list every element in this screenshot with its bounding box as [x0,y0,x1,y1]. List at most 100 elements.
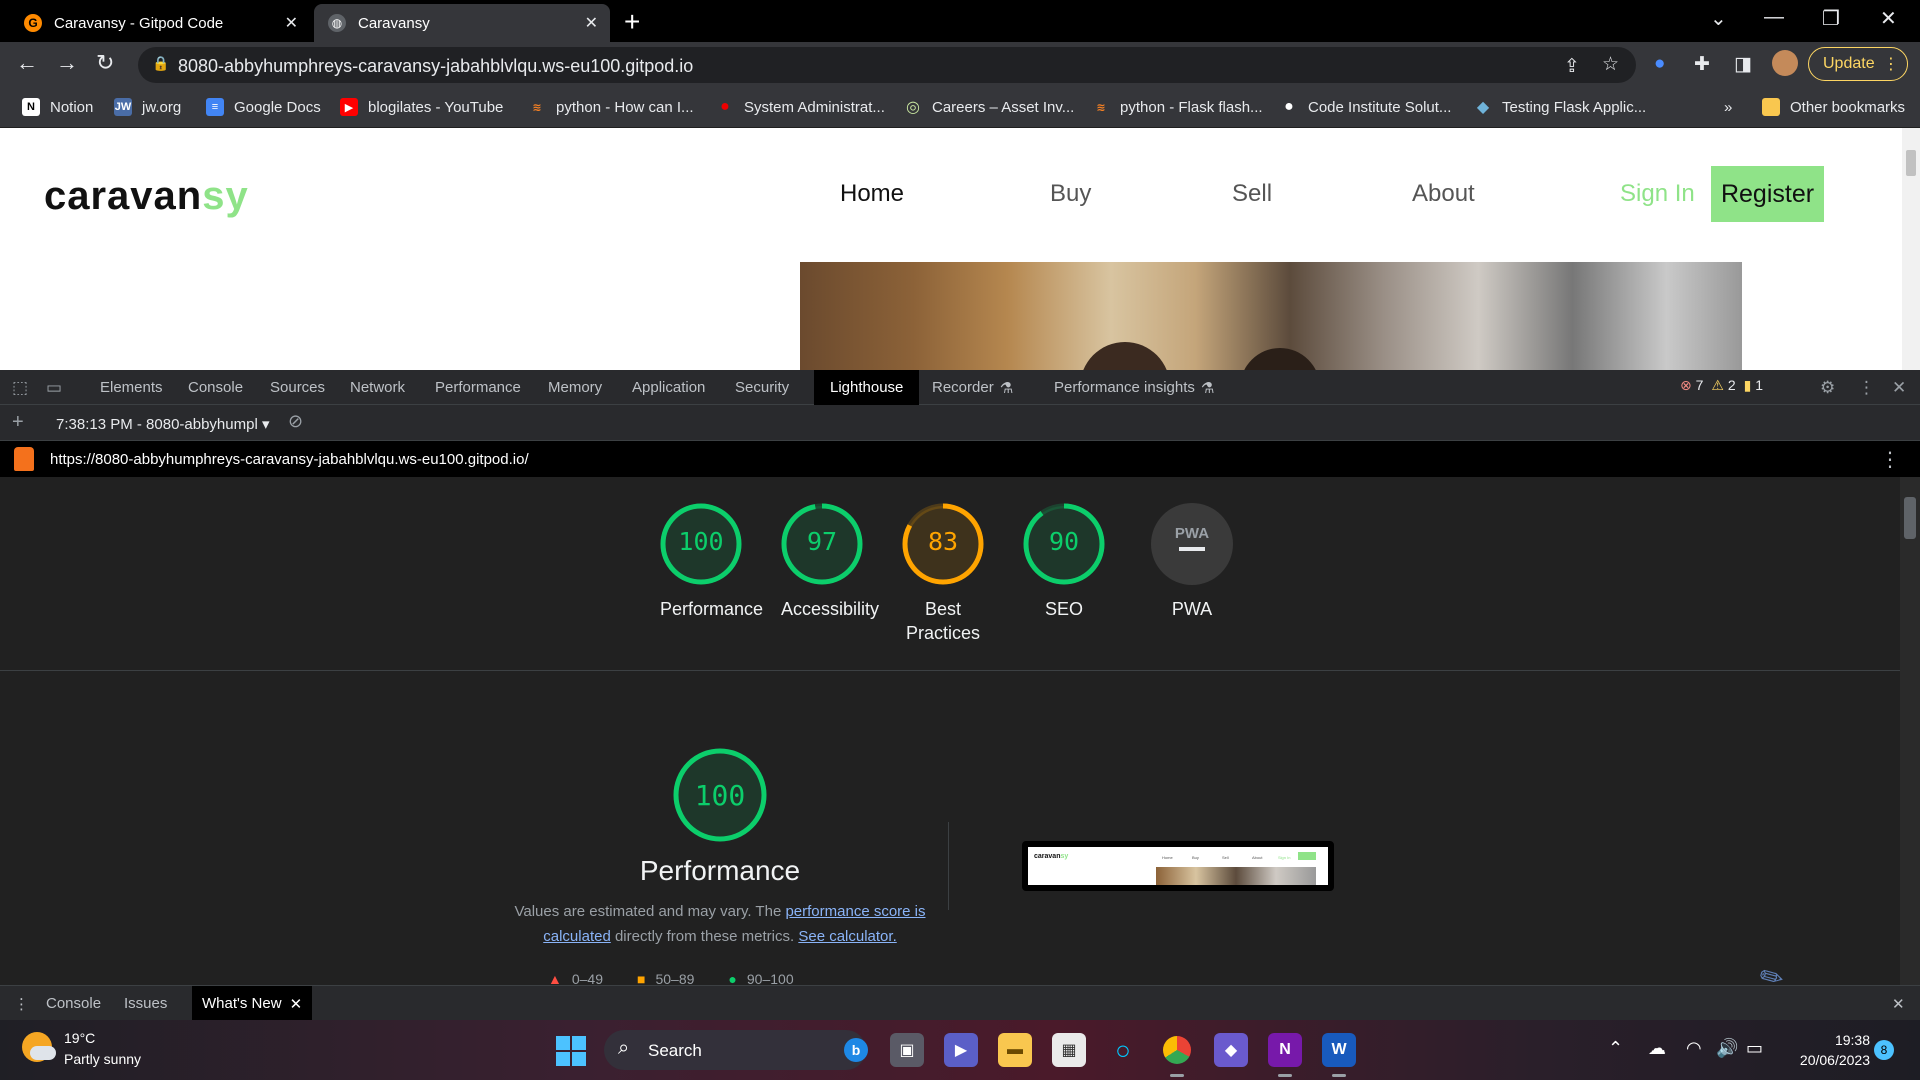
settings-gear-icon[interactable]: ⚙ [1820,378,1835,398]
taskbar-search[interactable]: ⌕ Search b [604,1030,868,1070]
file-explorer-icon[interactable]: ▬ [998,1033,1032,1067]
devtools-tab-recorder[interactable]: Recorder ⚗ [932,370,1013,405]
bookmark-notion[interactable]: N Notion [22,95,93,119]
restore-icon[interactable]: ❐ [1822,6,1840,31]
page-scrollbar[interactable] [1902,128,1920,370]
lock-icon[interactable]: 🔒 [152,55,169,72]
show-hidden-icons-chevron-icon[interactable]: ⌃ [1608,1038,1623,1059]
clear-reports-icon[interactable]: ⊘ [288,411,303,432]
gauge-best-practices[interactable]: 83 Best Practices [902,503,984,645]
drawer-tab-issues[interactable]: Issues [124,986,167,1021]
drawer-tab-console[interactable]: Console [46,986,101,1021]
drawer-menu-icon[interactable]: ⋮ [14,986,29,1021]
bookmark-testing-flask[interactable]: ◆ Testing Flask Applic... [1474,95,1646,119]
browser-tab-gitpod[interactable]: G Caravansy - Gitpod Code ✕ [10,4,310,42]
cortana-icon[interactable]: ○ [1106,1033,1140,1067]
devtools-tab-console[interactable]: Console [188,370,243,405]
task-view-icon[interactable]: ▣ [890,1033,924,1067]
minimize-icon[interactable]: — [1764,6,1784,29]
site-logo[interactable]: caravansy [44,174,249,219]
word-icon[interactable]: W [1322,1033,1356,1077]
weather-temperature[interactable]: 19°C [64,1030,95,1046]
gauge-seo[interactable]: 90 SEO [1023,503,1105,621]
other-bookmarks[interactable]: ▬ Other bookmarks [1762,95,1905,119]
bookmark-star-icon[interactable]: ☆ [1602,53,1619,76]
back-arrow-icon[interactable]: ← [16,50,38,76]
nav-buy-link[interactable]: Buy [1050,180,1091,208]
device-toolbar-icon[interactable]: ▭ [46,378,62,398]
forward-arrow-icon[interactable]: → [56,50,78,76]
bookmark-stackoverflow-2[interactable]: ≋ python - Flask flash... [1092,95,1262,119]
devtools-tab-network[interactable]: Network [350,370,405,405]
devtools-tab-performance[interactable]: Performance [435,370,521,405]
powerapps-icon[interactable]: ◆ [1214,1033,1248,1067]
bookmark-youtube[interactable]: ▶ blogilates - YouTube [340,95,503,119]
page-screenshot-thumbnail[interactable]: caravansy Home Buy Sell About Sign In [1022,841,1334,891]
devtools-tab-elements[interactable]: Elements [100,370,163,405]
drawer-tab-whats-new[interactable]: What's New ✕ [192,986,313,1021]
update-button[interactable]: Update ⋮ [1808,47,1908,81]
close-devtools-icon[interactable]: ✕ [1892,378,1906,398]
taskbar-clock[interactable]: 19:38 20/06/2023 [1786,1030,1870,1070]
share-icon[interactable]: ⇪ [1564,55,1580,78]
devtools-tab-sources[interactable]: Sources [270,370,325,405]
battery-icon[interactable]: ▭ [1746,1038,1763,1059]
close-drawer-tab-icon[interactable]: ✕ [290,995,303,1013]
weather-partly-sunny-icon[interactable] [22,1032,56,1062]
devtools-tab-application[interactable]: Application [632,370,705,405]
bookmark-redhat[interactable]: ● System Administrat... [716,95,885,119]
devtools-tab-security[interactable]: Security [735,370,789,405]
profile-avatar[interactable] [1772,50,1798,76]
devtools-tab-performance-insights[interactable]: Performance insights ⚗ [1054,370,1214,405]
bookmarks-overflow-button[interactable]: » [1724,95,1732,119]
bookmark-code-institute[interactable]: ● Code Institute Solut... [1280,95,1451,119]
sign-in-link[interactable]: Sign In [1620,180,1695,208]
gauge-accessibility[interactable]: 97 Accessibility [781,503,879,621]
weather-condition[interactable]: Partly sunny [64,1051,141,1067]
page-scrollbar-thumb[interactable] [1906,150,1916,176]
teams-chat-icon[interactable]: ▶ [944,1033,978,1067]
bookmark-stackoverflow-1[interactable]: ≋ python - How can I... [528,95,693,119]
bookmark-google-docs[interactable]: ≡ Google Docs [206,95,321,119]
onedrive-cloud-icon[interactable]: ☁ [1648,1038,1666,1059]
close-window-icon[interactable]: ✕ [1880,6,1897,31]
close-tab-icon[interactable]: ✕ [285,13,298,33]
gauge-performance[interactable]: 100 Performance [660,503,763,621]
report-menu-icon[interactable]: ⋮ [1880,447,1900,472]
devtools-tab-memory[interactable]: Memory [548,370,602,405]
volume-icon[interactable]: 🔊 [1716,1038,1738,1059]
devtools-tab-lighthouse[interactable]: Lighthouse [814,370,920,405]
nav-home-link[interactable]: Home [840,180,904,208]
report-select[interactable]: 7:38:13 PM - 8080-abbyhumpl ▾ [56,415,270,433]
report-scrollbar[interactable] [1900,477,1920,985]
new-tab-button[interactable]: + [624,6,640,38]
inspect-element-icon[interactable]: ⬚ [12,378,28,398]
devtools-menu-icon[interactable]: ⋮ [1858,378,1875,398]
tab-search-icon[interactable]: ⌄ [1710,6,1727,31]
register-button[interactable]: Register [1711,166,1824,222]
notification-badge[interactable]: 8 [1874,1040,1894,1060]
see-calculator-link[interactable]: See calculator. [798,928,896,945]
address-bar[interactable]: 🔒 8080-abbyhumphreys-caravansy-jabahblvl… [138,47,1636,83]
floating-pen-icon[interactable]: ✎ [1753,957,1790,985]
new-report-plus-icon[interactable]: + [12,411,24,434]
side-panel-icon[interactable]: ◨ [1734,53,1752,76]
reload-icon[interactable]: ↻ [96,50,114,76]
report-scrollbar-thumb[interactable] [1904,497,1916,539]
extension-c-icon[interactable]: ● [1654,53,1665,75]
close-drawer-icon[interactable]: ✕ [1892,986,1905,1021]
chrome-icon[interactable] [1160,1033,1194,1077]
onenote-icon[interactable]: N [1268,1033,1302,1077]
bookmark-careers[interactable]: ◎ Careers – Asset Inv... [904,95,1074,119]
windows-start-icon[interactable] [556,1036,586,1066]
nav-about-link[interactable]: About [1412,180,1475,208]
close-tab-icon[interactable]: ✕ [585,13,598,33]
browser-tab-caravansy[interactable]: ◍ Caravansy ✕ [314,4,610,42]
nav-sell-link[interactable]: Sell [1232,180,1272,208]
microsoft-store-icon[interactable]: ▦ [1052,1033,1086,1067]
wifi-icon[interactable]: ◠ [1686,1038,1702,1059]
devtools-issue-counters[interactable]: ⊗ 7 ⚠ 2 ▮ 1 [1680,377,1763,394]
bookmark-jworg[interactable]: JW jw.org [114,95,181,119]
gauge-pwa[interactable]: PWA PWA [1151,503,1233,621]
extensions-puzzle-icon[interactable]: ✚ [1694,53,1710,76]
